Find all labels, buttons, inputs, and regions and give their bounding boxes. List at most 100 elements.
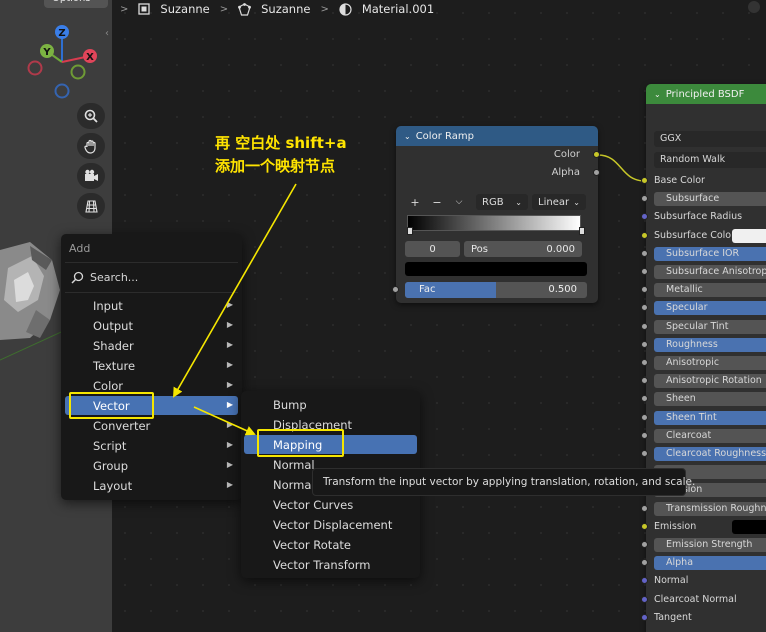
- bsdf-input-clearcoat-roughness[interactable]: Clearcoat Roughness: [646, 447, 766, 461]
- bsdf-input-alpha[interactable]: Alpha: [646, 556, 766, 571]
- bsdf-input-roughness[interactable]: Roughness: [646, 337, 766, 352]
- bsdf-value-slider[interactable]: Emission Strength: [654, 538, 766, 552]
- stop-position-field[interactable]: Pos 0.000: [464, 241, 582, 257]
- vector-menu-item-vector-displacement[interactable]: Vector Displacement: [244, 515, 417, 534]
- zoom-icon[interactable]: [77, 103, 105, 129]
- add-menu-item-texture[interactable]: Texture ▶: [65, 356, 238, 375]
- collapse-chevron-icon[interactable]: ⌄: [654, 90, 661, 99]
- add-menu-item-output[interactable]: Output ▶: [65, 316, 238, 335]
- gizmo-neg-x[interactable]: [27, 60, 43, 76]
- bsdf-input-specular-tint[interactable]: Specular Tint: [646, 319, 766, 334]
- ramp-stop-handle-white[interactable]: [579, 227, 585, 235]
- subsurface-method-select[interactable]: Random Walk: [646, 152, 766, 168]
- hand-icon[interactable]: [77, 133, 105, 159]
- fac-slider[interactable]: Fac 0.500: [405, 282, 587, 298]
- vector-menu-item-vector-curves[interactable]: Vector Curves: [244, 495, 417, 514]
- bsdf-value-slider[interactable]: Alpha: [654, 556, 766, 571]
- breadcrumb-object[interactable]: Suzanne: [160, 2, 209, 16]
- bsdf-input-subsurface-ior[interactable]: Subsurface IOR: [646, 246, 766, 261]
- color-ramp-node[interactable]: ⌄ Color Ramp Color Alpha + − ⌵ RGB ⌄ Lin…: [396, 126, 598, 303]
- alpha-output-socket[interactable]: [593, 169, 600, 176]
- bsdf-value-slider[interactable]: Roughness: [654, 337, 766, 352]
- bsdf-input-socket[interactable]: [641, 268, 648, 275]
- bsdf-input-specular[interactable]: Specular: [646, 301, 766, 316]
- bsdf-input-socket[interactable]: [641, 322, 648, 330]
- bsdf-input-tangent[interactable]: Tangent: [646, 611, 766, 625]
- ramp-menu-button[interactable]: ⌵: [450, 197, 468, 207]
- color-mode-select[interactable]: RGB ⌄: [476, 194, 528, 210]
- bsdf-value-slider[interactable]: Sheen: [654, 392, 766, 407]
- vector-menu-item-vector-rotate[interactable]: Vector Rotate: [244, 535, 417, 554]
- add-menu-item-input[interactable]: Input ▶: [65, 296, 238, 315]
- color-ramp-gradient[interactable]: [407, 215, 581, 231]
- distribution-select[interactable]: GGX: [646, 131, 766, 147]
- vector-menu-item-vector-transform[interactable]: Vector Transform: [244, 555, 417, 574]
- bsdf-input-emission-strength[interactable]: Emission Strength: [646, 538, 766, 552]
- collapse-chevron-icon[interactable]: ⌄: [404, 132, 411, 141]
- bsdf-input-sheen[interactable]: Sheen: [646, 392, 766, 407]
- gizmo-neg-z[interactable]: [54, 83, 70, 99]
- bsdf-input-socket[interactable]: [641, 541, 648, 548]
- bsdf-value-slider[interactable]: Anisotropic: [654, 356, 766, 370]
- bsdf-input-socket[interactable]: [641, 231, 648, 239]
- add-stop-button[interactable]: +: [406, 196, 424, 209]
- bsdf-input-clearcoat-normal[interactable]: Clearcoat Normal: [646, 593, 766, 607]
- bsdf-input-metallic[interactable]: Metallic: [646, 283, 766, 298]
- bsdf-value-slider[interactable]: Subsurface IOR: [654, 246, 766, 261]
- ramp-stop-handle-black[interactable]: [407, 227, 413, 235]
- vector-menu-item-bump[interactable]: Bump: [244, 395, 417, 414]
- add-menu-item-layout[interactable]: Layout ▶: [65, 476, 238, 495]
- camera-icon[interactable]: [77, 163, 105, 189]
- menu-search[interactable]: Search...: [67, 268, 235, 286]
- bsdf-input-socket[interactable]: [641, 431, 648, 439]
- bsdf-input-socket[interactable]: [641, 522, 648, 530]
- bsdf-value-slider[interactable]: Metallic: [654, 283, 766, 298]
- bsdf-input-clearcoat[interactable]: Clearcoat: [646, 428, 766, 443]
- bsdf-input-subsurface-anisotropy[interactable]: Subsurface Anisotropy: [646, 265, 766, 279]
- color-ramp-header[interactable]: ⌄ Color Ramp: [396, 126, 598, 146]
- bsdf-input-emission[interactable]: Emission: [646, 519, 766, 534]
- bsdf-input-socket[interactable]: [641, 413, 648, 421]
- bsdf-input-socket[interactable]: [641, 613, 648, 621]
- bsdf-color-swatch[interactable]: [732, 519, 766, 534]
- bsdf-value-slider[interactable]: Clearcoat Roughness: [654, 447, 766, 461]
- bsdf-value-slider[interactable]: Transmission Roughness: [654, 501, 766, 516]
- interpolation-select[interactable]: Linear ⌄: [532, 194, 586, 210]
- bsdf-input-anisotropic[interactable]: Anisotropic: [646, 356, 766, 370]
- add-menu[interactable]: Add Search... Input ▶ Output ▶ Shader ▶ Textur…: [61, 234, 242, 500]
- bsdf-input-socket[interactable]: [641, 595, 648, 603]
- add-menu-item-group[interactable]: Group ▶: [65, 456, 238, 475]
- bsdf-input-socket[interactable]: [641, 504, 648, 512]
- add-menu-item-script[interactable]: Script ▶: [65, 436, 238, 455]
- collapse-icon[interactable]: ‹: [105, 28, 109, 39]
- bsdf-value-slider[interactable]: Sheen Tint: [654, 410, 766, 425]
- bsdf-value-slider[interactable]: Subsurface: [654, 192, 766, 207]
- bsdf-input-subsurface[interactable]: Subsurface: [646, 192, 766, 207]
- principled-bsdf-node[interactable]: ⌄ Principled BSDF GGX Random Walk Base C…: [646, 84, 766, 632]
- navigation-gizmo[interactable]: Z Y X: [0, 0, 112, 110]
- color-output-socket[interactable]: [593, 151, 600, 158]
- bsdf-input-socket[interactable]: [641, 359, 648, 366]
- bsdf-input-sheen-tint[interactable]: Sheen Tint: [646, 410, 766, 425]
- bsdf-value-slider[interactable]: Specular Tint: [654, 319, 766, 334]
- grid-icon[interactable]: [77, 193, 105, 219]
- bsdf-input-subsurface-radius[interactable]: Subsurface Radius: [646, 210, 766, 224]
- bsdf-value-slider[interactable]: Subsurface Anisotropy: [654, 265, 766, 279]
- bsdf-input-socket[interactable]: [641, 450, 648, 457]
- header-dot-icon[interactable]: [748, 1, 760, 13]
- gizmo-neg-y[interactable]: [70, 64, 86, 80]
- stop-index-field[interactable]: 0: [405, 241, 460, 257]
- bsdf-input-normal[interactable]: Normal: [646, 574, 766, 588]
- bsdf-input-base-color[interactable]: Base Color: [646, 174, 766, 188]
- bsdf-value-slider[interactable]: Specular: [654, 301, 766, 316]
- fac-input-socket[interactable]: [392, 286, 399, 293]
- stop-color-swatch[interactable]: [405, 262, 587, 276]
- bsdf-input-subsurface-color[interactable]: Subsurface Color: [646, 228, 766, 243]
- bsdf-input-socket[interactable]: [641, 249, 648, 257]
- bsdf-input-socket[interactable]: [641, 340, 648, 348]
- remove-stop-button[interactable]: −: [428, 196, 446, 209]
- principled-bsdf-header[interactable]: ⌄ Principled BSDF: [646, 84, 766, 104]
- breadcrumb-material[interactable]: Material.001: [362, 2, 434, 16]
- bsdf-input-anisotropic-rotation[interactable]: Anisotropic Rotation: [646, 374, 766, 389]
- bsdf-value-slider[interactable]: Clearcoat: [654, 428, 766, 443]
